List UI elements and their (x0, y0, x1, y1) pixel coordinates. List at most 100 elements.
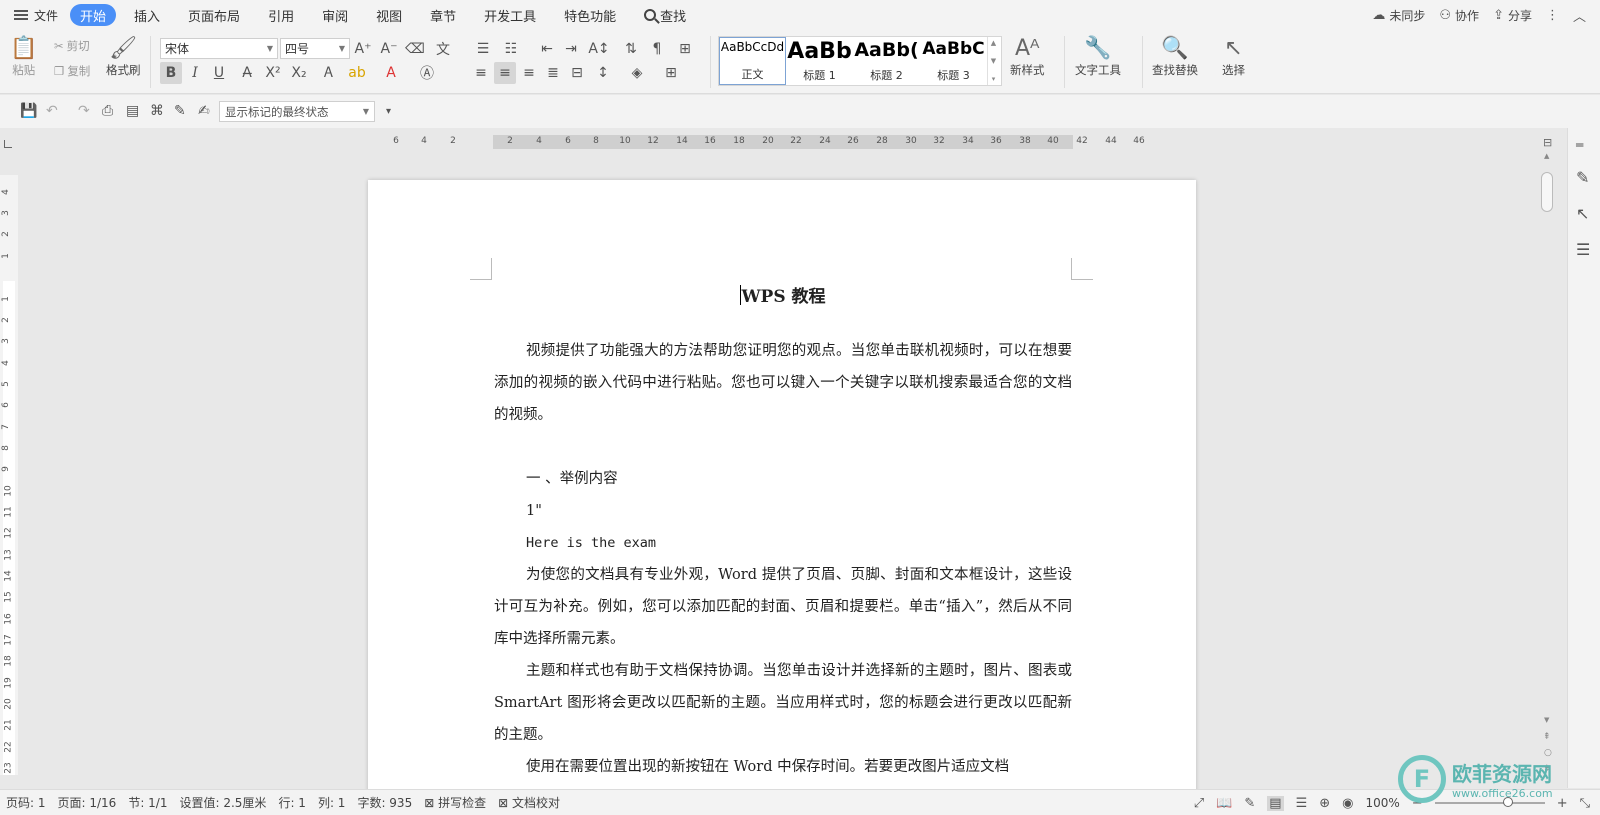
chevron-down-icon[interactable]: ▼ (991, 57, 996, 65)
decrease-indent-icon[interactable]: ⇤ (536, 38, 558, 60)
collapse-icon[interactable]: ═ (1576, 138, 1583, 152)
sync-button[interactable]: ☁ 未同步 (1372, 7, 1425, 24)
section-count[interactable]: 节: 1/1 (122, 794, 173, 811)
eraser-icon[interactable]: ⌫ (404, 38, 426, 60)
text-effect-icon[interactable]: Ꭺ (318, 62, 340, 84)
page-view-icon[interactable]: ▤ (1267, 795, 1284, 811)
setting-value[interactable]: 设置值: 2.5厘米 (173, 794, 272, 811)
border-icon[interactable]: ⊞ (660, 62, 682, 84)
chevron-up-icon[interactable]: ▲ (1544, 152, 1549, 160)
customize-icon[interactable]: ▾ (386, 106, 391, 117)
increase-indent-icon[interactable]: ⇥ (560, 38, 582, 60)
scrollbar-thumb[interactable] (1541, 172, 1553, 212)
spell-check-button[interactable]: ⊠ 拼写检查 (418, 794, 492, 811)
col-indicator[interactable]: 列: 1 (312, 794, 352, 811)
text-tools-button[interactable]: 🔧 文字工具 (1075, 36, 1121, 78)
font-size-select[interactable]: 四号 ▼ (280, 38, 350, 59)
tab-chapter[interactable]: 章节 (416, 0, 470, 30)
doc-proof-button[interactable]: ⊠ 文档校对 (492, 794, 566, 811)
cut-button[interactable]: ✂ 剪切 (54, 38, 90, 54)
share-button[interactable]: ⇪ 分享 (1493, 7, 1532, 24)
edit-icon[interactable]: ✍ (198, 103, 210, 119)
tab-developer[interactable]: 开发工具 (470, 0, 550, 30)
chevron-up-icon[interactable]: ▲ (991, 39, 996, 47)
ruler-tab-selector[interactable] (4, 140, 12, 148)
tab-search[interactable]: 查找 (630, 0, 700, 30)
zoom-in-icon[interactable]: + (1557, 796, 1568, 811)
document-body[interactable]: WPS 教程 视频提供了功能强大的方法帮助您证明您的观点。当您单击联机视频时，可… (494, 282, 1072, 783)
font-name-select[interactable]: 宋体 ▼ (160, 38, 278, 59)
italic-button[interactable]: I (184, 62, 206, 84)
prev-page-icon[interactable]: ⇞ (1543, 732, 1551, 742)
new-style-button[interactable]: Aᴬ 新样式 (1010, 36, 1045, 78)
print-preview-icon[interactable]: ▤ (126, 103, 139, 119)
more-icon[interactable]: ⋮ (1546, 8, 1559, 23)
pen-icon[interactable]: ✎ (1576, 168, 1589, 187)
bold-button[interactable]: B (160, 62, 182, 84)
settings-sliders-icon[interactable]: ☰ (1576, 240, 1590, 259)
distribute-icon[interactable]: ⊟ (566, 62, 588, 84)
reading-mode-icon[interactable]: 📖 (1216, 796, 1232, 811)
format-painter-icon[interactable]: ⌘ (150, 103, 164, 119)
fullscreen-icon[interactable]: ⤢ (1194, 796, 1204, 811)
align-right-icon[interactable]: ≡ (518, 62, 540, 84)
phonetic-icon[interactable]: 文 (432, 38, 454, 60)
horizontal-ruler[interactable]: 6 4 2 2 4 6 8 10 12 14 16 18 20 22 24 26 28 30 32 34 36 38 40 4… (380, 134, 1180, 150)
align-left-icon[interactable]: ≡ (470, 62, 492, 84)
numbered-list-icon[interactable]: ☷ (500, 38, 522, 60)
style-gallery-scroll[interactable]: ▲ ▼ ▾ (987, 37, 999, 85)
web-view-icon[interactable]: ⊕ (1319, 796, 1330, 811)
print-icon[interactable]: ⎙ (102, 103, 113, 119)
style-normal[interactable]: AaBbCcDd 正文 (719, 37, 786, 85)
row-indicator[interactable]: 行: 1 (272, 794, 312, 811)
style-heading-3[interactable]: AaBbC 标题 3 (920, 37, 987, 85)
undo-icon[interactable]: ↶ (46, 103, 58, 119)
bullet-list-icon[interactable]: ☰ (472, 38, 494, 60)
copy-button[interactable]: ❐ 复制 (54, 63, 90, 79)
grow-font-icon[interactable]: A⁺ (352, 38, 374, 60)
cursor-icon[interactable]: ↖ (1576, 204, 1589, 223)
strikethrough-icon[interactable]: A̶ (236, 62, 258, 84)
chevron-down-icon[interactable]: ▼ (1544, 716, 1549, 724)
align-center-icon[interactable]: ≡ (494, 62, 516, 84)
tab-page-layout[interactable]: 页面布局 (174, 0, 254, 30)
tab-home[interactable]: 开始 (70, 4, 117, 26)
eye-protect-icon[interactable]: ◉ (1342, 796, 1353, 811)
paste-button[interactable]: 📋 粘贴 (10, 36, 37, 78)
tab-view[interactable]: 视图 (362, 0, 416, 30)
subscript-icon[interactable]: X₂ (288, 62, 310, 84)
table-icon[interactable]: ⊞ (674, 38, 696, 60)
expand-icon[interactable]: ▾ (992, 75, 996, 83)
page-count[interactable]: 页面: 1/16 (52, 794, 123, 811)
outline-view-icon[interactable]: ☰ (1296, 796, 1308, 811)
vertical-ruler[interactable]: 4 3 2 1 1 2 3 4 5 6 7 8 9 10 11 12 13 14 15 16 17 18 19 20 21 22 2… (0, 175, 18, 775)
tab-insert[interactable]: 插入 (120, 0, 174, 30)
shrink-font-icon[interactable]: A⁻ (378, 38, 400, 60)
file-menu[interactable]: 文件 (0, 0, 66, 30)
zoom-level[interactable]: 100% (1365, 796, 1399, 810)
chevron-up-icon[interactable]: ︿ (1573, 6, 1586, 25)
collab-button[interactable]: ⚇ 协作 (1439, 7, 1479, 24)
font-color-icon[interactable]: A (380, 62, 402, 84)
sort-icon[interactable]: ⇅ (620, 38, 642, 60)
find-replace-button[interactable]: 🔍 查找替换 (1152, 36, 1198, 78)
fit-icon[interactable]: ⤡ (1580, 796, 1590, 811)
panel-icon[interactable]: ⊟ (1543, 136, 1552, 149)
document-page[interactable]: WPS 教程 视频提供了功能强大的方法帮助您证明您的观点。当您单击联机视频时，可… (368, 180, 1196, 800)
format-painter-button[interactable]: 🖌 格式刷 (106, 36, 141, 78)
highlight-icon[interactable]: ab (346, 62, 368, 84)
select-button[interactable]: ↖ 选择 (1222, 36, 1245, 78)
shading-icon[interactable]: ◈ (626, 62, 648, 84)
line-spacing-icon[interactable]: ↕ (592, 62, 614, 84)
word-count[interactable]: 字数: 935 (351, 794, 418, 811)
style-heading-1[interactable]: AaBb 标题 1 (786, 37, 853, 85)
tab-review[interactable]: 审阅 (308, 0, 362, 30)
markup-state-select[interactable]: 显示标记的最终状态 ▼ (219, 101, 375, 122)
style-heading-2[interactable]: AaBb( 标题 2 (853, 37, 920, 85)
tab-special[interactable]: 特色功能 (550, 0, 630, 30)
show-marks-icon[interactable]: ¶ (646, 38, 668, 60)
superscript-icon[interactable]: X² (262, 62, 284, 84)
vertical-scrollbar[interactable]: ⊟ ▲ ▼ ⇞ ○ ⇟ (1537, 128, 1559, 788)
justify-icon[interactable]: ≣ (542, 62, 564, 84)
save-icon[interactable]: 💾 (20, 103, 37, 119)
